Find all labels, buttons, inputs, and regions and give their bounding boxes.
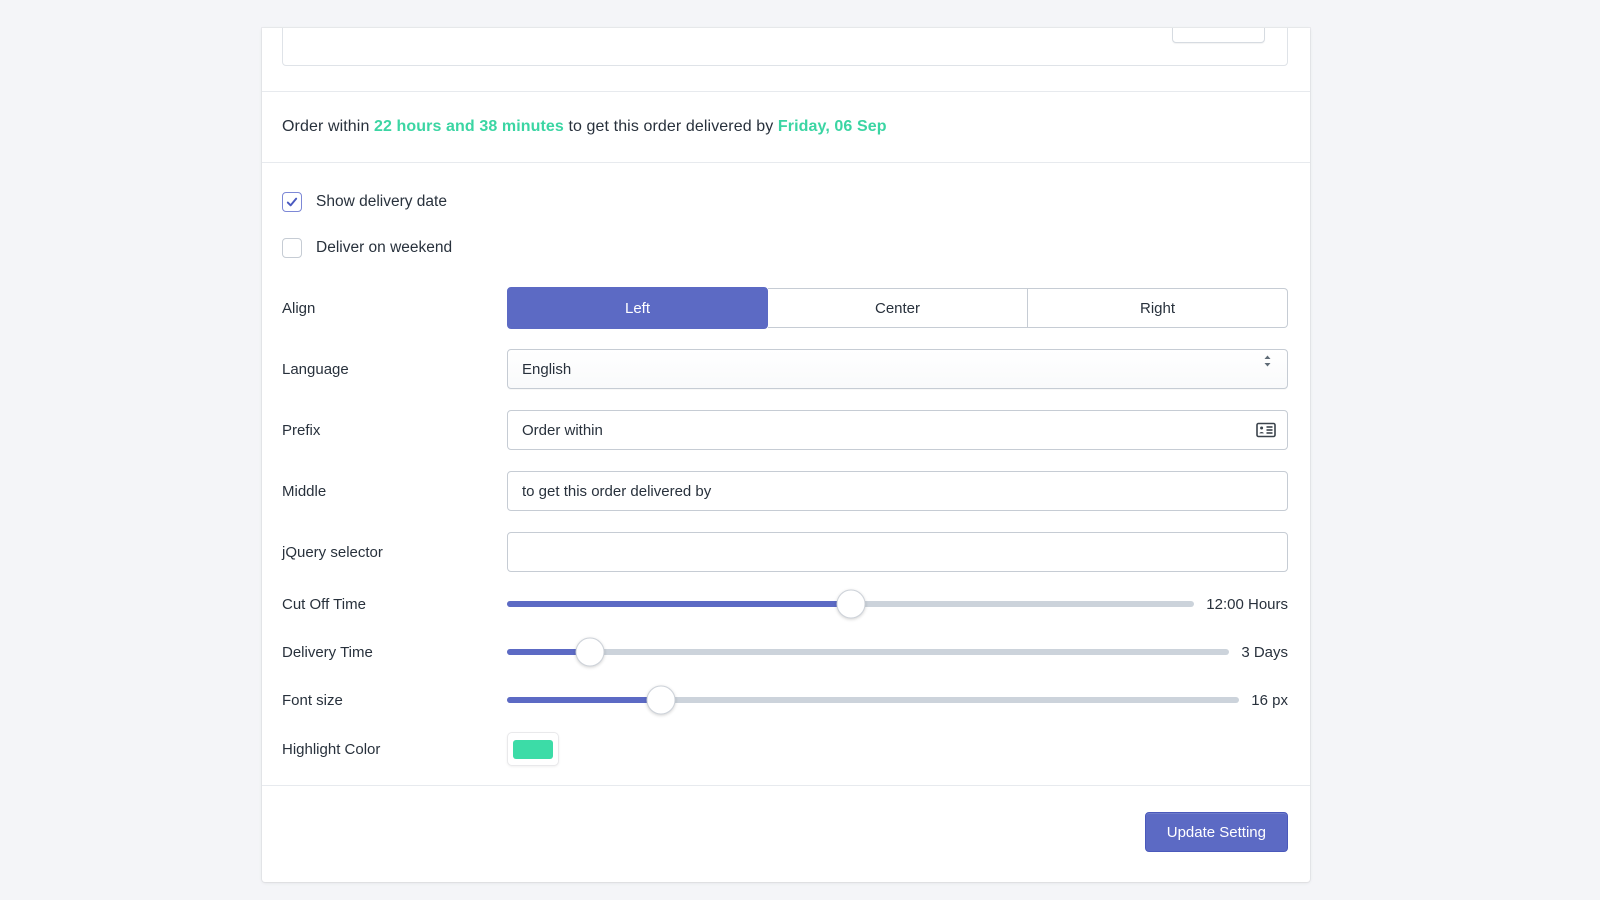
align-row: Align LeftCenterRight <box>262 288 1310 328</box>
checkbox-unchecked[interactable] <box>282 238 302 258</box>
slider-value-label: 12:00 Hours <box>1206 596 1288 613</box>
middle-row: Middle <box>262 471 1310 511</box>
settings-card: Order within 22 hours and 38 minutes to … <box>262 28 1310 882</box>
contact-card-icon <box>1256 422 1276 438</box>
font-size-slider[interactable] <box>507 686 1239 714</box>
align-label: Align <box>262 300 507 317</box>
prefix-label: Prefix <box>262 422 507 439</box>
checkbox-label[interactable]: Show delivery date <box>316 193 447 211</box>
middle-label: Middle <box>262 483 507 500</box>
slider-value-label: 16 px <box>1251 692 1288 709</box>
delivery-preview-text: Order within 22 hours and 38 minutes to … <box>282 118 887 136</box>
page-canvas: Order within 22 hours and 38 minutes to … <box>0 0 1600 900</box>
align-option-center[interactable]: Center <box>768 288 1028 328</box>
highlight-color-picker[interactable] <box>507 732 559 766</box>
preview-highlight-text: 22 hours and 38 minutes <box>374 118 564 135</box>
slider-fill <box>507 697 661 703</box>
settings-form: Show delivery date Deliver on weekend Ali… <box>262 163 1310 766</box>
checkbox-row: Deliver on weekend <box>282 238 1310 258</box>
language-select[interactable]: English <box>507 349 1288 389</box>
highlight-color-row: Highlight Color <box>262 732 1310 766</box>
align-option-right[interactable]: Right <box>1028 288 1288 328</box>
preview-plain-text: Order within <box>282 118 374 135</box>
slider-thumb[interactable] <box>836 590 865 619</box>
checkbox-label[interactable]: Deliver on weekend <box>316 239 452 257</box>
highlight-color-label: Highlight Color <box>262 741 507 758</box>
jquery-selector-row: jQuery selector <box>262 532 1310 572</box>
jquery-selector-label: jQuery selector <box>262 544 507 561</box>
slider-track[interactable] <box>507 649 1229 655</box>
highlight-color-swatch <box>513 740 553 759</box>
delivery-preview-banner: Order within 22 hours and 38 minutes to … <box>262 92 1310 163</box>
top-partial-card <box>282 28 1288 66</box>
slider-row: Font size 16 px <box>262 686 1310 714</box>
checkbox-row: Show delivery date <box>282 192 1310 212</box>
slider-thumb[interactable] <box>646 686 675 715</box>
jquery-selector-input[interactable] <box>507 532 1288 572</box>
language-label: Language <box>262 361 507 378</box>
top-partial-section <box>262 28 1310 92</box>
slider-thumb[interactable] <box>576 638 605 667</box>
preview-highlight-text: Friday, 06 Sep <box>778 118 887 135</box>
card-footer: Update Setting <box>262 785 1310 882</box>
select-stepper-icon <box>1262 353 1273 369</box>
top-partial-button[interactable] <box>1172 28 1265 43</box>
update-setting-button[interactable]: Update Setting <box>1145 812 1288 852</box>
checkbox-group: Show delivery date Deliver on weekend <box>262 192 1310 258</box>
align-button-group: LeftCenterRight <box>507 288 1288 328</box>
prefix-row: Prefix <box>262 410 1310 450</box>
prefix-input[interactable] <box>507 410 1288 450</box>
slider-value-label: 3 Days <box>1241 644 1288 661</box>
delivery-time-slider[interactable] <box>507 638 1229 666</box>
slider-row: Cut Off Time 12:00 Hours <box>262 590 1310 618</box>
middle-input[interactable] <box>507 471 1288 511</box>
cut-off-time-slider[interactable] <box>507 590 1194 618</box>
slider-fill <box>507 601 851 607</box>
delivery-time-label: Delivery Time <box>262 644 507 661</box>
cut-off-time-label: Cut Off Time <box>262 596 507 613</box>
slider-row: Delivery Time 3 Days <box>262 638 1310 666</box>
slider-group: Cut Off Time 12:00 Hours Delivery Time 3 Da… <box>262 590 1310 714</box>
checkbox-checked[interactable] <box>282 192 302 212</box>
align-option-left[interactable]: Left <box>507 287 768 329</box>
language-select-value: English <box>522 361 571 378</box>
language-row: Language English <box>262 349 1310 389</box>
preview-plain-text: to get this order delivered by <box>564 118 778 135</box>
font-size-label: Font size <box>262 692 507 709</box>
